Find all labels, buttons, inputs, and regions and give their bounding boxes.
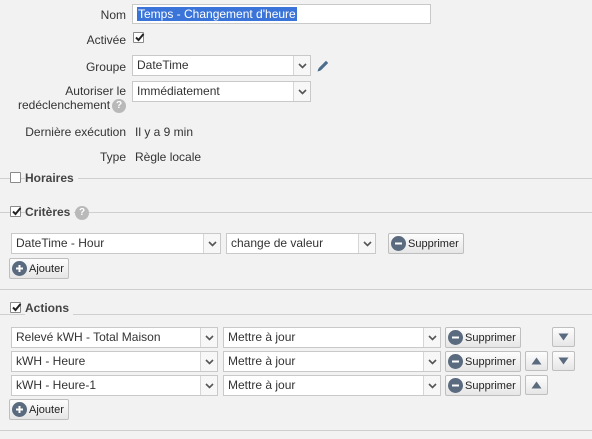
chevron-down-icon bbox=[203, 234, 220, 253]
help-icon[interactable]: ? bbox=[112, 99, 126, 113]
action-row-1-action-value: Mettre à jour bbox=[228, 330, 296, 344]
minus-circle-icon bbox=[391, 236, 406, 251]
type-label: Type bbox=[99, 150, 126, 164]
action-row-3-action-value: Mettre à jour bbox=[228, 378, 296, 392]
actions-add-button[interactable]: Ajouter bbox=[9, 399, 69, 420]
plus-circle-icon bbox=[12, 402, 27, 417]
chevron-down-icon bbox=[423, 328, 440, 347]
schedules-checkbox[interactable] bbox=[10, 172, 21, 183]
action-row-2-delete-label: Supprimer bbox=[465, 355, 516, 368]
criteria-checkbox[interactable] bbox=[10, 206, 22, 217]
criteria-item-value: DateTime - Hour bbox=[16, 236, 105, 250]
chevron-down-icon bbox=[293, 82, 310, 101]
action-row-1-delete-label: Supprimer bbox=[465, 331, 516, 344]
actions-checkbox[interactable] bbox=[10, 302, 22, 313]
minus-circle-icon bbox=[448, 354, 463, 369]
retrigger-label-line2: redéclenchement bbox=[18, 98, 111, 112]
action-row-1-action-select[interactable]: Mettre à jour bbox=[223, 327, 441, 348]
group-select[interactable]: DateTime bbox=[132, 55, 311, 76]
actions-divider bbox=[0, 314, 592, 315]
checkmark-icon bbox=[12, 303, 22, 312]
criteria-condition-value: change de valeur bbox=[231, 236, 324, 250]
action-row-2-action-select[interactable]: Mettre à jour bbox=[223, 351, 441, 372]
pencil-icon[interactable] bbox=[315, 58, 331, 74]
action-row-2-move-up-button[interactable] bbox=[525, 351, 548, 371]
actions-top-divider bbox=[0, 289, 592, 290]
chevron-down-icon bbox=[293, 56, 310, 75]
action-row-2-item-select[interactable]: kWH - Heure bbox=[11, 351, 218, 372]
name-input-value: Temps - Changement d'heure bbox=[137, 7, 297, 21]
action-row-3-delete-button[interactable]: Supprimer bbox=[445, 375, 521, 396]
criteria-item-select[interactable]: DateTime - Hour bbox=[11, 233, 221, 254]
plus-circle-icon bbox=[12, 261, 27, 276]
chevron-down-icon bbox=[423, 376, 440, 395]
actions-add-label: Ajouter bbox=[29, 403, 64, 416]
action-row-3-item-select[interactable]: kWH - Heure-1 bbox=[11, 375, 218, 396]
criteria-delete-button[interactable]: Supprimer bbox=[388, 233, 464, 254]
chevron-down-icon bbox=[358, 234, 375, 253]
last-run-value: Il y a 9 min bbox=[135, 125, 194, 139]
action-row-1-delete-button[interactable]: Supprimer bbox=[445, 327, 521, 348]
arrow-up-icon bbox=[531, 357, 542, 365]
schedules-title: Horaires bbox=[25, 171, 78, 185]
criteria-add-label: Ajouter bbox=[29, 262, 64, 275]
chevron-down-icon bbox=[200, 328, 217, 347]
arrow-up-icon bbox=[531, 381, 542, 389]
chevron-down-icon bbox=[200, 376, 217, 395]
arrow-down-icon bbox=[558, 357, 569, 365]
criteria-add-button[interactable]: Ajouter bbox=[9, 258, 69, 279]
group-select-value: DateTime bbox=[137, 58, 189, 72]
action-row-2-delete-button[interactable]: Supprimer bbox=[445, 351, 521, 372]
name-input[interactable]: Temps - Changement d'heure bbox=[132, 4, 431, 24]
chevron-down-icon bbox=[423, 352, 440, 371]
chevron-down-icon bbox=[200, 352, 217, 371]
minus-circle-icon bbox=[448, 378, 463, 393]
criteria-delete-label: Supprimer bbox=[408, 237, 459, 250]
criteria-title: Critères bbox=[25, 205, 75, 219]
action-row-3-item-value: kWH - Heure-1 bbox=[16, 378, 97, 392]
criteria-condition-select[interactable]: change de valeur bbox=[226, 233, 376, 254]
action-row-1-item-select[interactable]: Relevé kWH - Total Maison bbox=[11, 327, 218, 348]
action-row-2-move-down-button[interactable] bbox=[552, 351, 575, 371]
help-icon[interactable]: ? bbox=[75, 206, 89, 220]
actions-title: Actions bbox=[25, 301, 74, 315]
action-row-2-action-value: Mettre à jour bbox=[228, 354, 296, 368]
schedules-divider bbox=[0, 178, 592, 179]
enabled-checkbox[interactable] bbox=[133, 32, 145, 43]
action-row-3-action-select[interactable]: Mettre à jour bbox=[223, 375, 441, 396]
action-row-2-item-value: kWH - Heure bbox=[16, 354, 86, 368]
action-row-3-delete-label: Supprimer bbox=[465, 379, 516, 392]
action-row-1-item-value: Relevé kWH - Total Maison bbox=[16, 330, 161, 344]
retrigger-select-value: Immédiatement bbox=[137, 84, 220, 98]
last-run-label: Dernière exécution bbox=[25, 125, 126, 139]
type-value: Règle locale bbox=[135, 150, 202, 164]
checkmark-icon bbox=[12, 207, 22, 216]
enabled-label: Activée bbox=[86, 33, 126, 47]
checkmark-icon bbox=[135, 33, 145, 42]
name-label: Nom bbox=[100, 8, 126, 22]
actions-bottom-divider bbox=[0, 430, 592, 431]
action-row-3-move-up-button[interactable] bbox=[525, 375, 548, 395]
group-label: Groupe bbox=[85, 60, 126, 74]
action-row-1-move-down-button[interactable] bbox=[552, 327, 575, 347]
retrigger-select[interactable]: Immédiatement bbox=[132, 81, 311, 102]
retrigger-label-line1: Autoriser le bbox=[65, 84, 126, 98]
arrow-down-icon bbox=[558, 333, 569, 341]
minus-circle-icon bbox=[448, 330, 463, 345]
